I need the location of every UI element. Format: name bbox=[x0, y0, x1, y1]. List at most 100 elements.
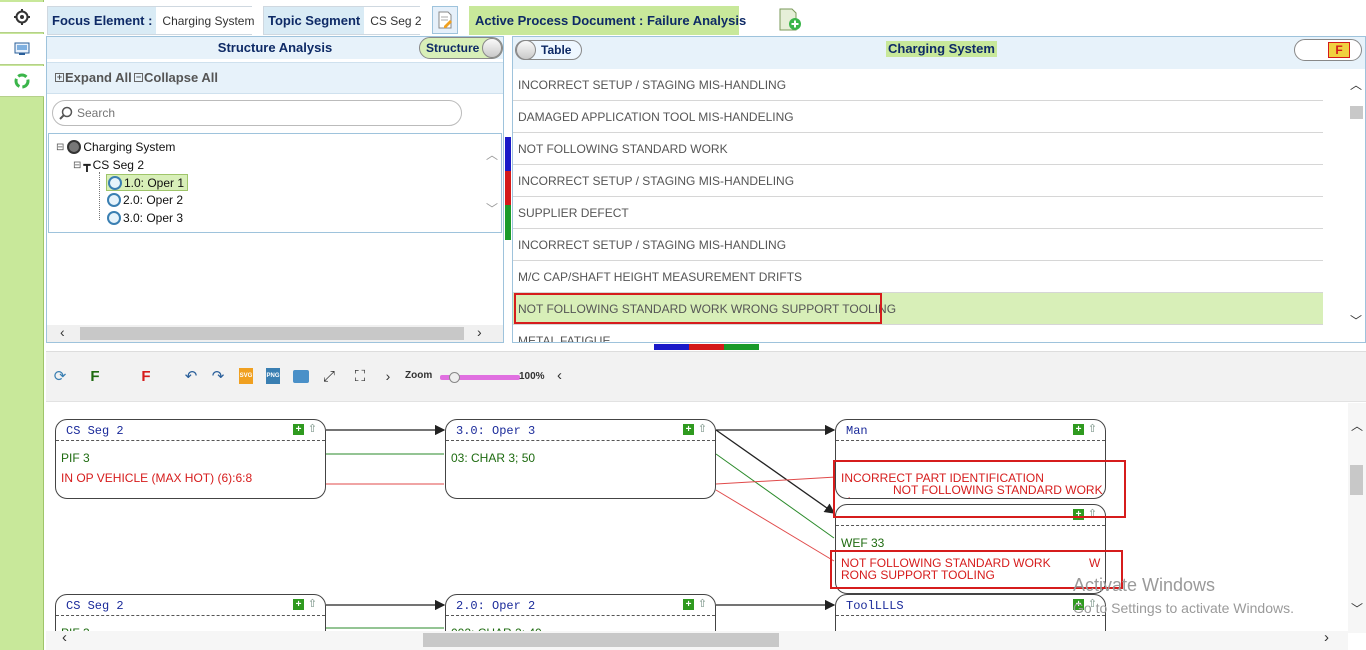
svg-file-icon: SVG bbox=[239, 368, 253, 384]
f-red-button[interactable]: F bbox=[137, 367, 155, 385]
node-divider bbox=[446, 615, 715, 616]
f-green-button[interactable]: F bbox=[86, 367, 104, 385]
operation-gear-icon bbox=[107, 193, 121, 207]
zoom-slider-handle[interactable] bbox=[449, 372, 460, 383]
tree-scroll-down-icon[interactable]: ﹀ bbox=[486, 200, 498, 217]
search-icon bbox=[59, 106, 73, 120]
node-line: 03: CHAR 3; 50 bbox=[451, 451, 536, 465]
add-icon[interactable]: + bbox=[293, 599, 304, 610]
add-icon[interactable]: + bbox=[1073, 424, 1084, 435]
red-strip bbox=[689, 344, 724, 350]
undo-icon: ↶ bbox=[184, 368, 198, 385]
scroll-left-icon[interactable]: ‹ bbox=[62, 629, 67, 646]
table-row[interactable]: INCORRECT SETUP / STAGING MIS-HANDELING bbox=[513, 165, 1323, 197]
add-icon[interactable]: + bbox=[293, 424, 304, 435]
tree-root-node[interactable]: ⊟ Charging System bbox=[56, 140, 175, 154]
scroll-up-icon[interactable]: ︿ bbox=[1350, 76, 1362, 93]
arrow-up-icon[interactable]: ⇧ bbox=[697, 424, 708, 435]
fullscreen-button[interactable]: ⛶ bbox=[351, 367, 369, 385]
collapse-toggle-icon: ⊟ bbox=[73, 159, 82, 171]
table-row[interactable]: INCORRECT SETUP / STAGING MIS-HANDLING bbox=[513, 229, 1323, 261]
collapse-all-button[interactable]: − Collapse All bbox=[134, 70, 218, 85]
topic-segment-value[interactable]: CS Seg 2 bbox=[364, 7, 428, 34]
scroll-right-icon[interactable]: › bbox=[477, 324, 482, 340]
diagram-vscrollbar[interactable] bbox=[1348, 403, 1366, 633]
scroll-down-icon[interactable]: ﹀ bbox=[1350, 312, 1362, 329]
arrow-up-icon[interactable]: ⇧ bbox=[1087, 424, 1098, 435]
scroll-left-icon[interactable]: ‹ bbox=[60, 324, 65, 340]
settings-button[interactable] bbox=[0, 2, 44, 33]
table-row[interactable]: INCORRECT SETUP / STAGING MIS-HANDLING bbox=[513, 69, 1323, 101]
tree-seg-node[interactable]: ⊟ ┳ CS Seg 2 bbox=[73, 158, 144, 172]
arrow-up-icon[interactable]: ⇧ bbox=[307, 599, 318, 610]
table-row[interactable]: NOT FOLLOWING STANDARD WORK bbox=[513, 133, 1323, 165]
node-divider bbox=[446, 440, 715, 441]
add-icon[interactable]: + bbox=[683, 424, 694, 435]
scroll-right-icon[interactable]: › bbox=[1324, 629, 1329, 646]
print-button[interactable] bbox=[292, 367, 310, 385]
green-strip bbox=[505, 205, 511, 240]
diagram-node-seg[interactable]: CS Seg 2 + ⇧ PIF 3 IN OP VEHICLE (MAX HO… bbox=[55, 419, 326, 499]
chevron-left-icon: ‹ bbox=[557, 367, 562, 384]
blue-strip bbox=[505, 137, 511, 171]
add-document-button[interactable] bbox=[778, 8, 804, 32]
export-png-button[interactable]: PNG bbox=[264, 367, 282, 385]
add-document-icon bbox=[779, 8, 801, 31]
table-row[interactable]: SUPPLIER DEFECT bbox=[513, 197, 1323, 229]
node-divider bbox=[836, 525, 1105, 526]
arrow-up-icon[interactable]: ⇧ bbox=[697, 599, 708, 610]
failure-badge: F bbox=[1328, 42, 1350, 58]
diagram-vscroll-thumb[interactable] bbox=[1350, 465, 1363, 495]
structure-toggle[interactable]: Structure bbox=[419, 37, 503, 59]
scroll-up-icon[interactable]: ︿ bbox=[1351, 417, 1363, 434]
structure-toggle-label: Structure bbox=[426, 41, 480, 55]
zoom-collapse-button[interactable]: ‹ bbox=[557, 367, 562, 384]
failure-toggle[interactable]: F bbox=[1294, 39, 1362, 61]
add-icon[interactable]: + bbox=[683, 599, 694, 610]
redo-icon: ↷ bbox=[211, 368, 225, 385]
diagram-hscroll-thumb[interactable] bbox=[423, 633, 779, 647]
focus-element-label: Focus Element : bbox=[48, 7, 157, 34]
scroll-down-icon[interactable]: ﹀ bbox=[1351, 600, 1363, 617]
green-strip bbox=[724, 344, 759, 350]
activate-windows-subtitle: Go to Settings to activate Windows. bbox=[1073, 600, 1294, 616]
monitor-button[interactable] bbox=[0, 34, 44, 65]
node-divider bbox=[56, 440, 325, 441]
tree-op-2-label: 2.0: Oper 2 bbox=[123, 193, 184, 207]
refresh-button[interactable]: ⟳ bbox=[51, 367, 69, 385]
zoom-label: Zoom bbox=[405, 370, 433, 381]
undo-button[interactable]: ↶ bbox=[182, 367, 200, 385]
table-toggle[interactable]: Table bbox=[515, 40, 582, 60]
fit-screen-button[interactable]: ⤢ bbox=[320, 367, 338, 385]
tree-op-3[interactable]: 3.0: Oper 3 bbox=[107, 211, 183, 225]
expand-all-button[interactable]: + Expand All bbox=[55, 70, 132, 85]
table-row[interactable]: METAL FATIGUE bbox=[513, 325, 1323, 342]
redo-button[interactable]: ↷ bbox=[209, 367, 227, 385]
structure-hscroll-thumb[interactable] bbox=[80, 327, 464, 340]
tree-scroll-up-icon[interactable]: ︿ bbox=[486, 146, 498, 163]
table-vscroll-thumb[interactable] bbox=[1350, 106, 1363, 119]
tree-op-1[interactable]: 1.0: Oper 1 bbox=[106, 174, 189, 191]
node-title: Man bbox=[846, 424, 868, 438]
node-title: CS Seg 2 bbox=[66, 599, 124, 613]
edit-doc-button[interactable] bbox=[432, 6, 458, 34]
tree-op-2[interactable]: 2.0: Oper 2 bbox=[107, 193, 183, 207]
search-input[interactable] bbox=[77, 106, 447, 120]
zoom-decrease-button[interactable]: › bbox=[379, 367, 397, 385]
node-line: IN OP VEHICLE (MAX HOT) (6):6:8 bbox=[61, 471, 253, 485]
zoom-value: 100% bbox=[519, 371, 545, 382]
f-red-label: F bbox=[141, 367, 151, 385]
arrow-up-icon[interactable]: ⇧ bbox=[307, 424, 318, 435]
node-title: ToolLLLS bbox=[846, 599, 904, 613]
export-svg-button[interactable]: SVG bbox=[237, 367, 255, 385]
recycle-button[interactable] bbox=[0, 66, 44, 97]
monitor-icon bbox=[14, 42, 30, 55]
table-row[interactable]: M/C CAP/SHAFT HEIGHT MEASUREMENT DRIFTS bbox=[513, 261, 1323, 293]
highlight-box bbox=[833, 460, 1126, 518]
focus-element-value[interactable]: Charging System bbox=[156, 7, 261, 34]
node-line: WEF 33 bbox=[841, 536, 885, 550]
table-row[interactable]: DAMAGED APPLICATION TOOL MIS-HANDELING bbox=[513, 101, 1323, 133]
table-panel-title: Charging System bbox=[886, 41, 997, 57]
diagram-node-oper3[interactable]: 3.0: Oper 3 + ⇧ 03: CHAR 3; 50 bbox=[445, 419, 716, 499]
collapse-toggle-icon: ⊟ bbox=[56, 141, 65, 153]
